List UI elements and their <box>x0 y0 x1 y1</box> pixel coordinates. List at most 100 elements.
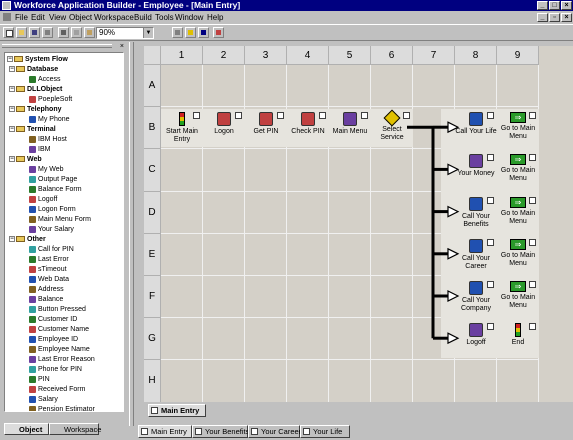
flow-node[interactable]: ⇒ Go to Main Menu <box>497 112 539 141</box>
doc-tab-your-life[interactable]: Your Life <box>300 425 350 438</box>
grid-cell[interactable] <box>287 65 329 108</box>
grid-cell[interactable] <box>203 191 245 234</box>
column-header[interactable]: 7 <box>413 46 455 65</box>
grid-cell[interactable] <box>371 360 413 402</box>
row-header[interactable]: F <box>144 276 161 319</box>
grid-cell[interactable] <box>245 65 287 108</box>
tree-item[interactable]: Access <box>29 75 61 84</box>
flow-node[interactable]: End <box>497 323 539 347</box>
tree-item[interactable]: Received Form <box>29 385 85 394</box>
doc-tab-your-benefits[interactable]: Your Benefits <box>192 425 249 438</box>
cut-button[interactable] <box>58 27 69 38</box>
tree-group[interactable]: − Web <box>9 155 42 164</box>
tree-item[interactable]: Salary <box>29 395 58 404</box>
column-header[interactable]: 3 <box>245 46 287 65</box>
grid-cell[interactable] <box>245 360 287 402</box>
grid-cell[interactable] <box>287 149 329 192</box>
grid-cell[interactable] <box>329 233 371 276</box>
expander-icon[interactable]: − <box>9 66 15 73</box>
grid-cell[interactable] <box>329 149 371 192</box>
tree-item[interactable]: Output Page <box>29 175 77 184</box>
flow-node[interactable]: Main Menu <box>329 112 371 136</box>
panel-splitter[interactable] <box>129 42 134 426</box>
grid-cell[interactable] <box>161 191 203 234</box>
paste-button[interactable] <box>84 27 95 38</box>
tree-item[interactable]: Web Data <box>29 275 69 284</box>
tree-group[interactable]: − DLLObject <box>9 85 62 94</box>
expander-icon[interactable]: − <box>9 106 15 113</box>
menu-view[interactable]: View <box>49 12 66 23</box>
row-header[interactable]: E <box>144 233 161 276</box>
row-header[interactable]: B <box>144 107 161 150</box>
grid-cell[interactable] <box>287 318 329 361</box>
tree-group[interactable]: − Other <box>9 235 46 244</box>
grid-cell[interactable] <box>245 318 287 361</box>
menu-help[interactable]: Help <box>207 12 223 23</box>
mdi-restore-button[interactable]: ▫ <box>549 13 560 22</box>
grid-cell[interactable] <box>245 276 287 319</box>
row-header[interactable]: G <box>144 318 161 361</box>
grid-cell[interactable] <box>371 191 413 234</box>
grid-cell[interactable] <box>161 360 203 402</box>
hint-button[interactable] <box>185 27 196 38</box>
tree-item[interactable]: Employee ID <box>29 335 78 344</box>
doc-tab-main-entry[interactable]: Main Entry <box>138 425 192 438</box>
tree-item[interactable]: Balance <box>29 295 63 304</box>
grid-cell[interactable] <box>287 360 329 402</box>
row-header[interactable]: C <box>144 149 161 192</box>
grid-cell[interactable] <box>161 233 203 276</box>
grid-cell[interactable] <box>329 318 371 361</box>
expander-icon[interactable]: − <box>7 56 13 63</box>
column-header[interactable]: 2 <box>203 46 245 65</box>
grid-cell[interactable] <box>329 360 371 402</box>
grid-cell[interactable] <box>161 149 203 192</box>
menu-object[interactable]: Object <box>69 12 92 23</box>
maximize-button[interactable]: □ <box>549 1 560 10</box>
new-button[interactable] <box>3 27 14 38</box>
tree-item[interactable]: Call for PIN <box>29 245 74 254</box>
tree-group[interactable]: − Database <box>9 65 58 74</box>
menu-workspace[interactable]: Workspace <box>94 12 134 23</box>
grid-cell[interactable] <box>455 360 497 402</box>
flow-node[interactable]: ⇒ Go to Main Menu <box>497 238 539 268</box>
tree-item[interactable]: My Phone <box>29 115 70 124</box>
menu-window[interactable]: Window <box>175 12 203 23</box>
grid-cell[interactable] <box>161 276 203 319</box>
grid-cell[interactable] <box>245 233 287 276</box>
expander-icon[interactable]: − <box>9 236 15 243</box>
tree-item[interactable]: IBM Host <box>29 135 67 144</box>
mdi-close-button[interactable]: × <box>561 13 572 22</box>
grid-cell[interactable] <box>371 233 413 276</box>
grid-cell[interactable] <box>203 276 245 319</box>
tree-item[interactable]: Employee Name <box>29 345 90 354</box>
column-header[interactable]: 4 <box>287 46 329 65</box>
panel-close-button[interactable]: × <box>120 43 124 50</box>
tree-group[interactable]: − Telephony <box>9 105 61 114</box>
grid-cell[interactable] <box>329 276 371 319</box>
tree-item[interactable]: Address <box>29 285 64 294</box>
grid-cell[interactable] <box>203 360 245 402</box>
grid-cell[interactable] <box>203 65 245 108</box>
menu-edit[interactable]: Edit <box>31 12 45 23</box>
grid-cell[interactable] <box>161 65 203 108</box>
tree-item[interactable]: Pension Estimator <box>29 405 95 411</box>
minimize-button[interactable]: _ <box>537 1 548 10</box>
grid-cell[interactable] <box>161 318 203 361</box>
grid-cell[interactable] <box>203 318 245 361</box>
grid-cell[interactable] <box>371 276 413 319</box>
grid-cell[interactable] <box>245 191 287 234</box>
tree-item[interactable]: Your Salary <box>29 225 74 234</box>
flow-node[interactable]: Call Your Benefits <box>455 196 497 229</box>
grid-cell[interactable] <box>287 233 329 276</box>
grid-cell[interactable] <box>287 191 329 234</box>
sheet-tab-main-entry[interactable]: Main Entry <box>148 404 206 417</box>
chevron-down-icon[interactable]: ▼ <box>143 28 153 38</box>
column-header[interactable]: 9 <box>497 46 539 65</box>
build-button[interactable] <box>172 27 183 38</box>
flow-node[interactable]: Call Your Company <box>455 281 497 313</box>
zoom-select[interactable]: 90% ▼ <box>96 27 154 39</box>
grid-cell[interactable] <box>371 318 413 361</box>
grid-cell[interactable] <box>245 149 287 192</box>
flow-node[interactable]: ⇒ Go to Main Menu <box>497 196 539 226</box>
flow-node[interactable]: Call Your Life <box>455 112 497 136</box>
